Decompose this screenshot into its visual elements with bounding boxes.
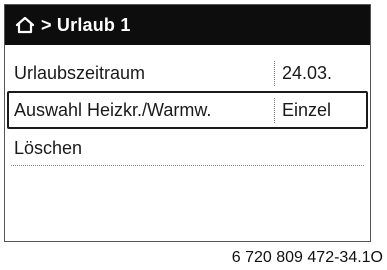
- menu-item-auswahl-heizkreis-warmwasser[interactable]: Auswahl Heizkr./Warmw. Einzel: [7, 91, 368, 129]
- page-title: > Urlaub 1: [41, 14, 131, 35]
- menu-item-urlaubszeitraum[interactable]: Urlaubszeitraum 24.03.: [5, 55, 370, 93]
- column-divider: [274, 98, 275, 123]
- menu-item-value: 24.03.: [282, 63, 333, 83]
- menu-item-loeschen[interactable]: Löschen: [5, 129, 370, 166]
- home-icon: [15, 15, 35, 35]
- menu-item-label: Löschen: [14, 138, 83, 158]
- row-divider: [11, 165, 364, 166]
- column-divider: [274, 61, 275, 86]
- menu-item-label: Urlaubszeitraum: [14, 63, 146, 83]
- display-screen: > Urlaub 1 Urlaubszeitraum 24.03. Auswah…: [4, 4, 371, 242]
- menu-item-label: Auswahl Heizkr./Warmw.: [14, 100, 212, 120]
- header-bar: > Urlaub 1: [5, 5, 370, 45]
- menu-item-value: Einzel: [282, 100, 332, 120]
- figure-reference-number: 6 720 809 472-34.1O: [231, 249, 383, 266]
